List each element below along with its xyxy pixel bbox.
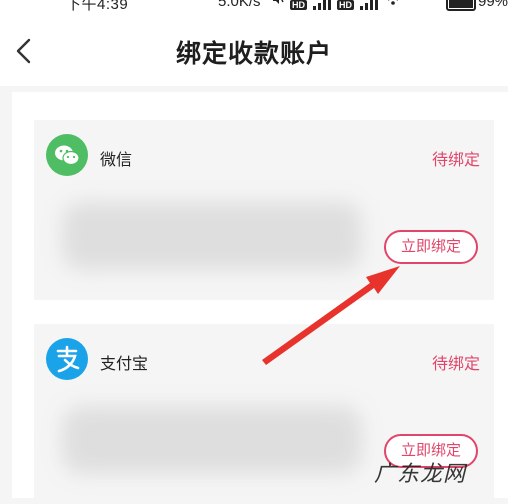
hd-signal-icon: HD <box>290 0 307 10</box>
binding-status: 待绑定 <box>431 152 480 169</box>
account-name: 支付宝 <box>100 356 149 373</box>
battery-percent: 99% <box>478 0 508 10</box>
page-title: 绑定收款账户 <box>175 40 332 68</box>
signal-bars-icon <box>313 0 331 10</box>
binding-status: 待绑定 <box>431 356 480 373</box>
account-name: 微信 <box>100 152 133 169</box>
status-time: 下午4:39 <box>66 0 129 13</box>
alipay-icon <box>46 338 88 380</box>
signal-bars-icon <box>360 0 378 10</box>
hd-signal-icon: HD <box>337 0 354 10</box>
mute-icon <box>272 0 284 10</box>
battery-icon <box>446 0 476 11</box>
nav-bar: 绑定收款账户 <box>0 14 508 86</box>
blurred-content <box>62 202 362 270</box>
blurred-content <box>62 406 362 474</box>
bind-now-button[interactable]: 立即绑定 <box>384 230 478 264</box>
network-speed: 5.0K/s <box>218 0 261 10</box>
watermark: 广东龙网 <box>374 462 467 487</box>
wifi-icon <box>384 0 402 10</box>
status-icons: HD HD <box>272 0 402 10</box>
accounts-panel: 微信 待绑定 立即绑定 支付宝 待绑定 立即绑定 <box>12 92 508 504</box>
status-bar: 下午4:39 5.0K/s HD HD 99% <box>0 0 508 14</box>
wechat-icon <box>46 134 88 176</box>
account-card-wechat: 微信 待绑定 立即绑定 <box>34 120 494 300</box>
